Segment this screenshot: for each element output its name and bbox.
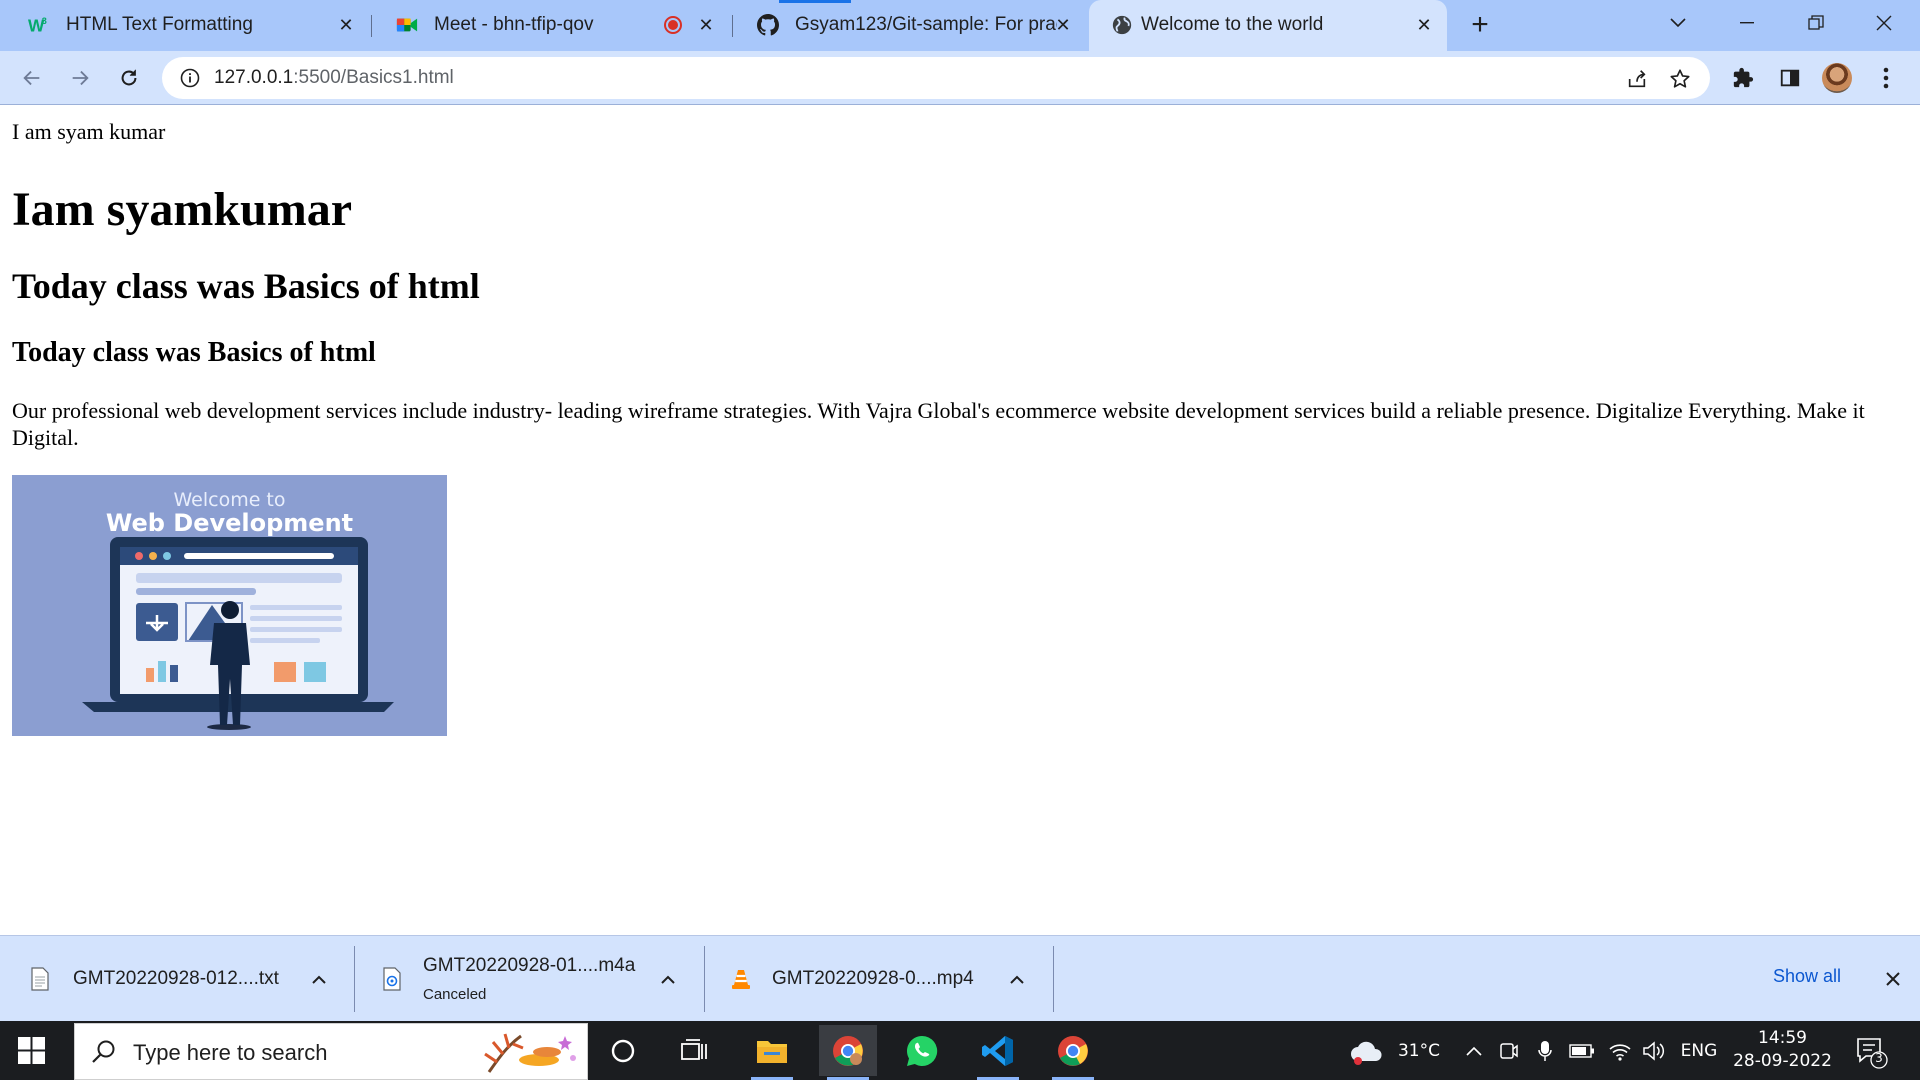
volume-icon[interactable] xyxy=(1640,1021,1668,1080)
clock-date: 28-09-2022 xyxy=(1733,1051,1832,1071)
forward-icon[interactable] xyxy=(64,62,96,94)
microphone-icon[interactable] xyxy=(1532,1021,1558,1080)
download-item[interactable]: GMT20220928-012....txt xyxy=(0,936,352,1022)
download-item[interactable]: GMT20220928-01....m4a Canceled xyxy=(357,936,702,1022)
tab-separator xyxy=(371,15,372,37)
web-development-image: Welcome to Web Development xyxy=(12,475,447,736)
w3schools-icon: W3 xyxy=(28,14,50,36)
address-bar[interactable]: 127.0.0.1:5500/Basics1.html xyxy=(162,57,1710,99)
tab-search-icon[interactable] xyxy=(1658,8,1698,38)
download-filename: GMT20220928-01....m4a xyxy=(423,955,636,976)
heading-h3: Today class was Basics of html xyxy=(12,337,376,368)
tab-close-icon[interactable]: ✕ xyxy=(1050,12,1076,38)
download-separator xyxy=(354,946,355,1012)
close-shelf-icon[interactable] xyxy=(1878,964,1908,994)
svg-text:3: 3 xyxy=(42,16,47,26)
chevron-up-icon[interactable] xyxy=(1004,966,1030,992)
intro-text: I am syam kumar xyxy=(12,119,166,144)
download-separator xyxy=(704,946,705,1012)
search-highlight-art xyxy=(484,1033,576,1073)
chevron-up-icon[interactable] xyxy=(306,966,332,992)
tab-html-text-formatting[interactable]: W3 HTML Text Formatting ✕ xyxy=(6,0,366,51)
heading-h1: Iam syamkumar xyxy=(12,183,353,236)
new-tab-button[interactable]: + xyxy=(1465,10,1495,41)
extensions-icon[interactable] xyxy=(1727,62,1759,94)
tab-close-icon[interactable]: ✕ xyxy=(1411,12,1437,38)
tab-strip: W3 HTML Text Formatting ✕ Meet - bhn-tfi… xyxy=(0,0,1920,51)
file-explorer-icon[interactable] xyxy=(743,1025,801,1080)
chevron-up-icon[interactable] xyxy=(1462,1021,1486,1080)
tab-github-git-sample[interactable]: Gsyam123/Git-sample: For practi ✕ xyxy=(735,0,1087,51)
chrome-profile-taskbar-icon[interactable] xyxy=(819,1025,877,1080)
search-icon xyxy=(91,1039,117,1065)
chevron-up-icon[interactable] xyxy=(655,966,681,992)
download-status: Canceled xyxy=(423,986,487,1003)
vlc-icon xyxy=(730,967,752,991)
profile-avatar[interactable] xyxy=(1822,63,1852,93)
laptop-illustration xyxy=(82,537,394,730)
search-placeholder: Type here to search xyxy=(133,1040,328,1065)
reload-icon[interactable] xyxy=(113,62,145,94)
restore-icon[interactable] xyxy=(1796,8,1836,38)
clock-time: 14:59 xyxy=(1758,1028,1807,1048)
meet-now-icon[interactable] xyxy=(1496,1021,1522,1080)
tab-title: Gsyam123/Git-sample: For practi xyxy=(795,14,1057,35)
windows-start-icon[interactable] xyxy=(18,1037,45,1064)
show-all-downloads-link[interactable]: Show all xyxy=(1773,966,1841,987)
download-separator xyxy=(1053,946,1054,1012)
download-item[interactable]: GMT20220928-0....mp4 xyxy=(707,936,1052,1022)
url-text[interactable]: 127.0.0.1:5500/Basics1.html xyxy=(214,67,454,89)
globe-icon xyxy=(1111,14,1133,36)
weather-cloud-icon[interactable] xyxy=(1344,1021,1390,1080)
vscode-icon[interactable] xyxy=(969,1025,1027,1080)
notification-center-icon[interactable]: 3 xyxy=(1852,1033,1888,1069)
taskbar-search-box[interactable]: Type here to search xyxy=(74,1023,588,1080)
cortana-icon[interactable] xyxy=(594,1025,652,1076)
whatsapp-icon[interactable] xyxy=(893,1025,951,1076)
browser-toolbar: 127.0.0.1:5500/Basics1.html xyxy=(0,51,1920,105)
back-icon[interactable] xyxy=(16,62,48,94)
battery-icon[interactable] xyxy=(1568,1021,1596,1080)
recording-icon xyxy=(664,16,682,34)
tab-separator xyxy=(732,15,733,37)
heading-h2: Today class was Basics of html xyxy=(12,266,480,306)
github-icon xyxy=(757,14,779,36)
weather-temperature-text: 31°C xyxy=(1397,1040,1440,1061)
url-path: :5500/Basics1.html xyxy=(293,67,454,88)
close-window-icon[interactable] xyxy=(1864,8,1904,38)
taskbar-clock[interactable]: 14:59 28-09-2022 xyxy=(1730,1027,1835,1073)
share-icon[interactable] xyxy=(1624,66,1650,92)
download-shelf: GMT20220928-012....txt GMT20220928-01...… xyxy=(0,935,1920,1021)
task-view-icon[interactable] xyxy=(666,1025,724,1076)
url-host: 127.0.0.1 xyxy=(214,67,294,88)
bookmark-star-icon[interactable] xyxy=(1667,66,1693,92)
audio-file-icon xyxy=(382,967,404,991)
input-language[interactable]: ENG xyxy=(1676,1021,1722,1080)
tab-close-icon[interactable]: ✕ xyxy=(693,12,719,38)
chrome-menu-icon[interactable] xyxy=(1870,62,1902,94)
tab-title: Welcome to the world xyxy=(1141,14,1324,35)
tab-google-meet[interactable]: Meet - bhn-tfip-qov ✕ xyxy=(374,0,729,51)
tab-welcome-to-the-world[interactable]: Welcome to the world ✕ xyxy=(1089,0,1447,51)
windows-taskbar: Type here to search 31°C ENG 14:59 28-09… xyxy=(0,1021,1920,1080)
tab-title: Meet - bhn-tfip-qov xyxy=(434,14,594,35)
site-info-icon[interactable] xyxy=(180,68,200,88)
chrome-taskbar-icon[interactable] xyxy=(1044,1025,1102,1080)
language-text: ENG xyxy=(1680,1040,1718,1061)
notification-count: 3 xyxy=(1875,1051,1883,1065)
google-meet-icon xyxy=(396,14,418,36)
download-filename: GMT20220928-012....txt xyxy=(73,968,279,989)
text-file-icon xyxy=(30,967,52,991)
paragraph: Our professional web development service… xyxy=(12,398,1865,450)
minimize-icon[interactable] xyxy=(1727,8,1767,38)
wifi-icon[interactable] xyxy=(1606,1021,1634,1080)
download-filename: GMT20220928-0....mp4 xyxy=(772,968,974,989)
tab-title: HTML Text Formatting xyxy=(66,14,253,35)
side-panel-icon[interactable] xyxy=(1774,62,1806,94)
weather-temperature[interactable]: 31°C xyxy=(1390,1021,1448,1080)
tab-close-icon[interactable]: ✕ xyxy=(333,12,359,38)
